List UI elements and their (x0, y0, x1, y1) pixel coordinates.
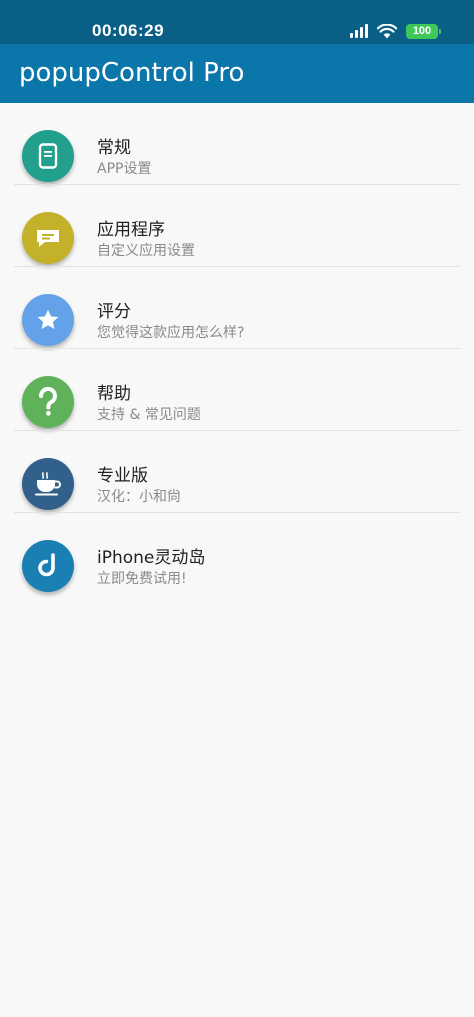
menu-item-icon-circle (22, 130, 74, 182)
menu-item-icon-circle (22, 458, 74, 510)
phone-icon (38, 143, 58, 169)
status-icons: 100 (350, 21, 441, 41)
dynamic-island-logo-icon (38, 553, 55, 577)
signal-icon (350, 24, 368, 38)
menu-item-icon-circle (22, 294, 74, 346)
wifi-icon (377, 23, 397, 38)
menu-item-applications[interactable]: 应用程序 自定义应用设置 (0, 185, 474, 267)
menu-item-title: 评分 (97, 302, 131, 322)
menu-item-pro-version[interactable]: 专业版 汉化：小和尙 (0, 431, 474, 513)
menu-item-subtitle: 您觉得这款应用怎么样? (97, 325, 245, 341)
menu-item-subtitle: APP设置 (97, 161, 152, 177)
app-bar: popupControl Pro (0, 44, 474, 103)
menu-item-title: iPhone灵动岛 (97, 548, 206, 568)
star-icon (37, 309, 59, 329)
message-icon (37, 230, 59, 247)
menu-item-general[interactable]: 常规 APP设置 (0, 103, 474, 185)
menu-item-subtitle: 支持 & 常见问题 (97, 407, 201, 423)
menu-item-title: 常规 (97, 138, 131, 158)
menu-item-icon-circle (22, 376, 74, 428)
menu-item-subtitle: 汉化：小和尙 (97, 489, 181, 505)
menu-item-title: 帮助 (97, 384, 131, 404)
menu-item-icon-circle (22, 540, 74, 592)
status-time: 00:06:29 (92, 21, 165, 40)
status-bar: 00:06:29 100 (0, 0, 474, 44)
menu-item-icon-circle (22, 212, 74, 264)
settings-menu-list: 常规 APP设置 应用程序 自定义应用设置 评分 您觉得这款应用怎么样? 帮助 … (0, 103, 474, 595)
coffee-cup-icon (35, 472, 61, 496)
menu-item-rating[interactable]: 评分 您觉得这款应用怎么样? (0, 267, 474, 349)
question-icon (38, 387, 57, 416)
menu-item-help[interactable]: 帮助 支持 & 常见问题 (0, 349, 474, 431)
app-title: popupControl Pro (19, 58, 245, 88)
menu-item-subtitle: 自定义应用设置 (97, 243, 195, 259)
menu-item-title: 应用程序 (97, 220, 165, 240)
menu-item-dynamic-island[interactable]: iPhone灵动岛 立即免费试用! (0, 513, 474, 595)
menu-item-title: 专业版 (97, 466, 148, 486)
battery-icon: 100 (406, 23, 441, 39)
menu-item-subtitle: 立即免费试用! (97, 571, 187, 587)
